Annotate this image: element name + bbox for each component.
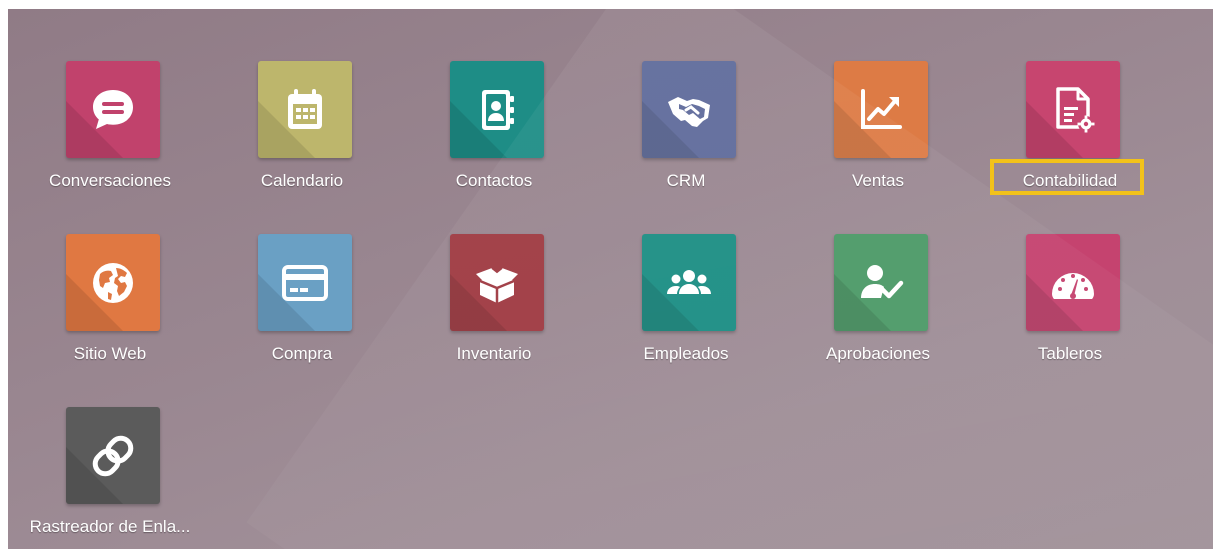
app-label: Inventario [456,344,532,363]
globe-icon [93,262,133,303]
app-inventario[interactable]: Inventario [404,234,584,384]
app-tile[interactable] [66,234,160,331]
credit-card-icon [282,264,328,301]
people-group-icon [667,269,711,294]
highlight-box [990,159,1144,195]
app-sitio-web[interactable]: Sitio Web [20,234,200,384]
app-tile[interactable] [1026,61,1120,158]
user-check-icon [861,264,904,298]
app-aprobaciones[interactable]: Aprobaciones [788,234,968,384]
app-tile[interactable] [258,234,352,331]
chart-trending-up-icon [861,88,902,129]
app-contactos[interactable]: Contactos [404,61,584,211]
app-label: Ventas [852,171,904,190]
app-label: Contactos [455,171,533,190]
app-tile[interactable] [834,234,928,331]
app-tile[interactable] [66,61,160,158]
app-tile[interactable] [642,61,736,158]
app-label: CRM [666,171,706,190]
app-rastreador-de-enlaces[interactable]: Rastreador de Enla... [20,407,200,549]
app-crm[interactable]: CRM [596,61,776,211]
app-tile[interactable] [66,407,160,504]
app-label: Rastreador de Enla... [29,517,191,536]
chat-bubble-icon [93,89,133,129]
gauge-icon [1052,272,1094,299]
calendar-icon [288,88,322,129]
app-label: Calendario [260,171,344,190]
app-conversaciones[interactable]: Conversaciones [20,61,200,211]
app-empleados[interactable]: Empleados [596,234,776,384]
link-icon [92,435,134,476]
app-tile[interactable] [834,61,928,158]
app-tile[interactable] [450,61,544,158]
app-label: Tableros [1037,344,1103,363]
address-book-icon [482,89,514,130]
app-label: Empleados [643,344,729,363]
invoice-gear-icon [1056,86,1095,132]
app-tile[interactable] [642,234,736,331]
app-label: Aprobaciones [826,344,930,363]
app-compra[interactable]: Compra [212,234,392,384]
app-ventas[interactable]: Ventas [788,61,968,211]
app-tile[interactable] [1026,234,1120,331]
app-label: Conversaciones [49,171,171,190]
handshake-icon [668,96,710,127]
app-label: Compra [271,344,333,363]
box-icon [476,266,518,303]
app-tile[interactable] [258,61,352,158]
app-tile[interactable] [450,234,544,331]
app-launcher: Conversaciones Calendario Contactos CRM … [8,9,1213,549]
app-calendario[interactable]: Calendario [212,61,392,211]
app-label: Sitio Web [73,344,147,363]
app-tableros[interactable]: Tableros [980,234,1160,384]
